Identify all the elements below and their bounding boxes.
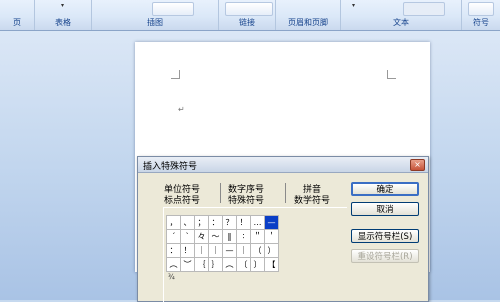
tab-special-symbols[interactable]: 特殊符号 <box>228 193 264 206</box>
symbol-cell[interactable]: ︵ <box>222 257 237 272</box>
symbol-cell[interactable]: 〕 <box>250 257 265 272</box>
symbol-cell[interactable]: ∶ <box>236 229 251 244</box>
symbol-cell[interactable]: ） <box>264 243 279 258</box>
symbol-row: ˊ ˋ 々～ ‖ ∶ ＂＇ <box>166 229 279 244</box>
ribbon: 页 ▾ 表格 插图 链接 页眉和页脚 ▾ 文本 符号 <box>0 0 500 31</box>
chevron-down-icon[interactable]: ▾ <box>61 2 64 9</box>
symbol-row: ：！｜｜ — ｜（） <box>166 243 279 258</box>
symbol-cell[interactable]: ～ <box>208 229 223 244</box>
text-option-button[interactable] <box>403 2 445 16</box>
symbol-cell[interactable]: ｜ <box>208 243 223 258</box>
ribbon-group-label: 页眉和页脚 <box>288 18 328 27</box>
crop-mark <box>171 70 180 79</box>
symbol-cell[interactable]: ＂ <box>250 229 265 244</box>
ribbon-group-pages: 页 <box>0 0 35 30</box>
ribbon-group-label: 插图 <box>147 18 163 27</box>
ok-button[interactable]: 确定 <box>351 182 419 196</box>
symbol-cell[interactable]: ｜ <box>194 243 209 258</box>
tab-math-symbols[interactable]: 数学符号 <box>294 193 330 206</box>
symbol-cell[interactable]: ！ <box>180 243 195 258</box>
symbol-cell[interactable]: — <box>264 215 279 230</box>
close-icon: × <box>414 160 421 169</box>
ribbon-group-links: 链接 <box>219 0 276 30</box>
symbol-cell[interactable]: ： <box>166 243 181 258</box>
symbol-cell[interactable]: ‖ <box>222 229 237 244</box>
tab-divider <box>285 183 286 203</box>
symbol-tabs: 单位符号 数字序号 拼音 标点符号 特殊符号 数学符号 <box>144 179 344 209</box>
paragraph-mark: ↵ <box>178 105 185 114</box>
ribbon-group-label: 表格 <box>55 18 71 27</box>
ribbon-group-label: 符号 <box>473 18 489 27</box>
symbol-cell[interactable]: 、 <box>180 215 195 230</box>
symbol-cell[interactable]: （ <box>250 243 265 258</box>
ribbon-group-label: 页 <box>13 18 21 27</box>
dialog-titlebar[interactable]: 插入特殊符号 × <box>138 157 428 173</box>
symbol-row: ，、；：？！… — <box>166 215 279 230</box>
symbol-cell[interactable]: ｛ <box>194 257 209 272</box>
symbol-cell[interactable]: ˋ <box>180 229 195 244</box>
symbol-cell[interactable]: ！ <box>236 215 251 230</box>
tab-divider <box>220 183 221 203</box>
symbol-cell[interactable]: … <box>250 215 265 230</box>
symbol-cell[interactable]: 々 <box>194 229 209 244</box>
symbol-cell[interactable]: ˊ <box>166 229 181 244</box>
symbol-cell[interactable]: 〔 <box>236 257 251 272</box>
symbol-grid: ，、；：？！… — ˊ ˋ 々～ ‖ ∶ ＂＇：！｜｜ — ｜（） ︵ ︶ ｛｝ ︵ 〔〕【 <box>166 215 279 272</box>
ribbon-group-illustrations: 插图 <box>92 0 219 30</box>
ribbon-group-label: 链接 <box>239 18 255 27</box>
dialog-title: 插入特殊符号 <box>143 162 198 172</box>
ribbon-group-symbols: 符号 <box>462 0 500 30</box>
symbol-cell[interactable]: 【 <box>264 257 279 272</box>
show-symbol-toolbar-button[interactable]: 显示符号栏(S) <box>351 229 419 243</box>
close-button[interactable]: × <box>410 159 425 171</box>
symbol-cell[interactable]: ； <box>194 215 209 230</box>
reset-symbol-toolbar-button[interactable]: 重设符号栏(R) <box>351 249 419 263</box>
chevron-down-icon[interactable]: ▾ <box>352 2 355 9</box>
symbol-cell[interactable]: ｝ <box>208 257 223 272</box>
symbol-row: ︵ ︶ ｛｝ ︵ 〔〕【 <box>166 257 279 272</box>
symbol-cell[interactable]: — <box>222 243 237 258</box>
ribbon-group-header-footer: 页眉和页脚 <box>276 0 341 30</box>
ribbon-group-label: 文本 <box>393 18 409 27</box>
tab-punctuation[interactable]: 标点符号 <box>164 193 200 206</box>
symbol-grid-marker: ¾ <box>168 273 175 281</box>
symbol-button[interactable] <box>468 2 494 16</box>
symbol-cell[interactable]: ： <box>208 215 223 230</box>
symbol-cell[interactable]: ︵ <box>166 257 181 272</box>
symbol-cell[interactable]: ＇ <box>264 229 279 244</box>
symbol-cell[interactable]: ， <box>166 215 181 230</box>
symbol-cell[interactable]: ︶ <box>180 257 195 272</box>
chart-button[interactable] <box>152 2 194 16</box>
crop-mark <box>387 70 396 79</box>
symbol-cell[interactable]: ？ <box>222 215 237 230</box>
cross-reference-button[interactable] <box>225 2 273 16</box>
ribbon-group-text: ▾ 文本 <box>341 0 462 30</box>
symbol-cell[interactable]: ｜ <box>236 243 251 258</box>
insert-special-symbol-dialog: 插入特殊符号 × 单位符号 数字序号 拼音 标点符号 特殊符号 数学符号 ，、；… <box>137 156 429 302</box>
cancel-button[interactable]: 取消 <box>351 202 419 216</box>
ribbon-group-table: ▾ 表格 <box>35 0 92 30</box>
